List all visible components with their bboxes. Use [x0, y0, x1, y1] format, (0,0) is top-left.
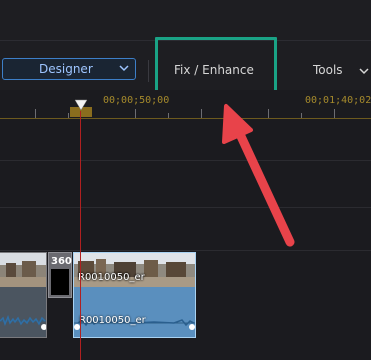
- badge-360-thumbnail: [51, 269, 69, 295]
- ruler-tick: [301, 113, 302, 118]
- ruler-tick: [201, 109, 202, 118]
- designer-label: Designer: [39, 62, 93, 76]
- ruler-tick: [35, 109, 36, 118]
- clip-360-badge[interactable]: 360: [48, 252, 72, 298]
- audio-clip-name: R0010050_er: [79, 315, 146, 326]
- ruler-tick: [168, 113, 169, 118]
- ruler-tick: [334, 109, 335, 118]
- track-divider: [0, 160, 371, 161]
- track-divider: [0, 250, 371, 251]
- badge-360-label: 360: [51, 256, 72, 267]
- designer-dropdown[interactable]: Designer: [2, 58, 136, 80]
- selected-video-clip[interactable]: R0010050_er R0010050_er: [73, 252, 196, 338]
- ruler-tick: [268, 109, 269, 118]
- ruler-baseline: [0, 118, 371, 119]
- audio-waveform: [0, 287, 46, 337]
- playhead-handle-icon[interactable]: [74, 99, 88, 111]
- ruler-tick: [135, 109, 136, 118]
- clip-thumbnail: [0, 253, 46, 287]
- ruler-tick: [68, 113, 69, 118]
- ruler-time-label: 00;00;50;00: [103, 95, 170, 106]
- video-clip[interactable]: [0, 252, 47, 338]
- clip-name: R0010050_er: [78, 272, 145, 283]
- ruler-tick: [234, 113, 235, 118]
- ruler-time-label: 00;01;40;02: [305, 95, 371, 106]
- chevron-down-icon: [119, 65, 129, 72]
- audio-track: [74, 287, 195, 337]
- toolbar-separator: [148, 60, 149, 82]
- chevron-down-icon[interactable]: [359, 66, 369, 76]
- tools-menu[interactable]: Tools: [313, 63, 343, 77]
- playhead-line[interactable]: [80, 111, 81, 360]
- track-divider: [0, 207, 371, 208]
